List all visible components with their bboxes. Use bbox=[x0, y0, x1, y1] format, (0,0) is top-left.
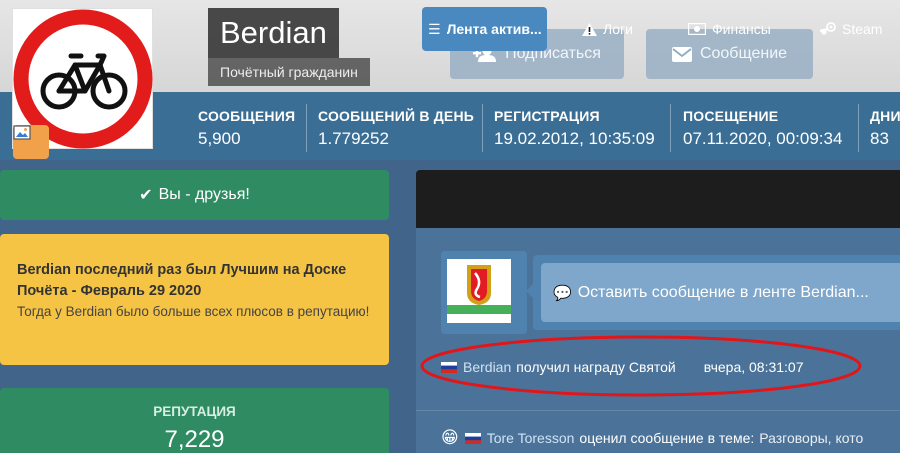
tab-label: Лента актив... bbox=[446, 21, 541, 37]
stat-last-visit: ПОСЕЩЕНИЕ 07.11.2020, 00:09:34 bbox=[683, 108, 842, 149]
stat-value: 07.11.2020, 00:09:34 bbox=[683, 129, 843, 148]
stat-label: РЕГИСТРАЦИЯ bbox=[494, 108, 600, 124]
stat-label: СООБЩЕНИЙ В ДЕНЬ bbox=[318, 108, 475, 124]
avatar-edit-button[interactable] bbox=[13, 125, 49, 159]
list-icon: ☰ bbox=[428, 20, 441, 37]
divider bbox=[306, 104, 307, 152]
stat-value: 19.02.2012, 10:35:09 bbox=[494, 129, 655, 148]
stat-value: 1.779252 bbox=[318, 129, 389, 148]
reputation-box: РЕПУТАЦИЯ 7,229 bbox=[0, 388, 389, 453]
tab-steam[interactable]: Steam bbox=[820, 7, 882, 51]
reputation-value: 7,229 bbox=[164, 426, 225, 453]
topic-link[interactable]: Разговоры, кото bbox=[759, 430, 863, 446]
avatar[interactable] bbox=[12, 8, 153, 159]
activity-feed-item: 😁 Tore Toresson оценил сообщение в теме:… bbox=[441, 428, 863, 448]
kirov-flag-avatar[interactable] bbox=[447, 259, 511, 323]
tab-label: Финансы bbox=[712, 21, 771, 37]
check-icon: ✔ bbox=[139, 187, 153, 204]
divider bbox=[670, 104, 671, 152]
warning-icon bbox=[582, 22, 597, 36]
user-name: Berdian bbox=[208, 8, 339, 58]
steam-icon bbox=[820, 22, 836, 35]
activity-text: оценил сообщение в теме: bbox=[579, 430, 755, 446]
feed-divider bbox=[416, 410, 900, 411]
compose-placeholder: Оставить сообщение в ленте Berdian... bbox=[577, 283, 869, 301]
smile-icon: 😁 bbox=[441, 428, 459, 447]
stat-days: ДНИ 83 bbox=[870, 108, 900, 149]
divider bbox=[482, 104, 483, 152]
honor-board-notice: Berdian последний раз был Лучшим на Доск… bbox=[0, 234, 389, 365]
profile-tabs bbox=[416, 170, 900, 228]
friends-label: Вы - друзья! bbox=[158, 186, 250, 203]
divider bbox=[858, 104, 859, 152]
stat-value: 5,900 bbox=[198, 129, 241, 148]
friends-status: ✔ Вы - друзья! bbox=[0, 170, 389, 220]
notice-text: Тогда у Berdian было больше всех плюсов … bbox=[17, 304, 370, 319]
reputation-label: РЕПУТАЦИЯ bbox=[153, 404, 236, 419]
tab-finances[interactable]: Финансы bbox=[688, 7, 771, 51]
user-link[interactable]: Tore Toresson bbox=[487, 430, 575, 446]
kirov-flag-icon bbox=[447, 259, 511, 323]
stat-label: ПОСЕЩЕНИЕ bbox=[683, 108, 779, 124]
user-title: Почётный гражданин bbox=[208, 58, 370, 86]
stat-registration: РЕГИСТРАЦИЯ 19.02.2012, 10:35:09 bbox=[494, 108, 655, 149]
stat-posts-per-day: СООБЩЕНИЙ В ДЕНЬ 1.779252 bbox=[318, 108, 474, 149]
russia-flag-icon bbox=[464, 432, 481, 444]
stat-label: СООБЩЕНИЯ bbox=[198, 108, 296, 124]
money-icon bbox=[688, 23, 706, 35]
tab-activity-feed[interactable]: ☰ Лента актив... bbox=[422, 7, 547, 51]
stat-value: 83 bbox=[870, 129, 889, 148]
stat-label: ДНИ bbox=[870, 108, 900, 124]
tab-logs[interactable]: Логи bbox=[582, 7, 633, 51]
speech-bubble-icon: 💬 bbox=[553, 284, 572, 302]
tab-label: Логи bbox=[603, 21, 633, 37]
tab-label: Steam bbox=[842, 21, 883, 37]
status-compose-input[interactable]: 💬 Оставить сообщение в ленте Berdian... bbox=[541, 263, 900, 322]
highlight-ellipse bbox=[420, 335, 862, 397]
notice-title: Berdian последний раз был Лучшим на Доск… bbox=[17, 262, 347, 299]
stat-posts: СООБЩЕНИЯ 5,900 bbox=[198, 108, 295, 149]
image-icon bbox=[13, 125, 31, 140]
